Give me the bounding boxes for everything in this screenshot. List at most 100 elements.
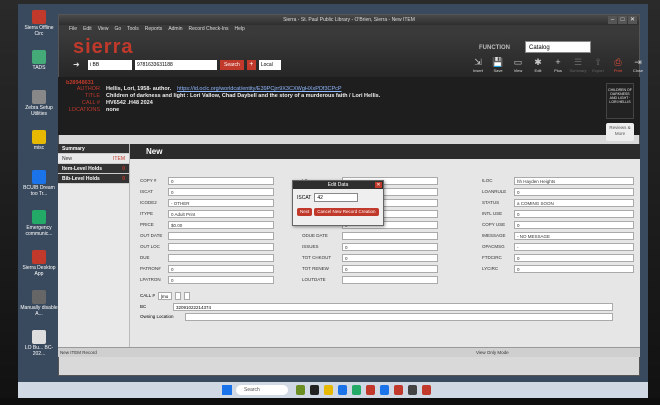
field-value[interactable] — [168, 243, 274, 251]
desktop-shortcut[interactable]: Sierra Offline Circ — [20, 10, 58, 37]
nav-item-level-holds[interactable]: Item-Level Holds 0 — [58, 164, 129, 174]
scope-select[interactable]: Local — [258, 60, 281, 70]
menu-reports[interactable]: Reports — [145, 25, 163, 34]
field-value[interactable] — [342, 232, 438, 240]
shortcut-label: BCUIB Dream too Tr... — [23, 185, 55, 197]
desktop-shortcut[interactable]: Sierra Desktop App — [20, 250, 58, 277]
field-value[interactable]: 0 — [342, 243, 438, 251]
field-value[interactable]: - NO MESSAGE — [514, 232, 634, 240]
field-row: ILOC hh Hayden Heights — [482, 177, 634, 185]
toolbar-view-button[interactable]: ▭ View — [509, 56, 527, 73]
field-value[interactable]: 0 — [168, 265, 274, 273]
nav-bib-level-holds[interactable]: Bib-Level Holds 0 — [58, 174, 129, 184]
nav-new[interactable]: New ITEM — [58, 154, 129, 164]
brief-row: LOCATIONS none — [66, 107, 632, 114]
toolbar-close-button[interactable]: ⇥ Close — [629, 56, 647, 73]
menu-admin[interactable]: Admin — [168, 25, 182, 34]
field-value[interactable] — [342, 276, 438, 284]
desktop-shortcut[interactable]: BCUIB Dream too Tr... — [20, 170, 58, 197]
maximize-button[interactable]: □ — [618, 16, 627, 24]
taskbar-app-icon[interactable] — [422, 385, 431, 395]
reviews-button[interactable]: Reviews & More — [606, 123, 634, 141]
field-value[interactable]: hh Hayden Heights — [514, 177, 634, 185]
menu-tools[interactable]: Tools — [127, 25, 139, 34]
edge-icon[interactable] — [338, 385, 347, 395]
author-link[interactable]: https://id.oclc.org/worldcat/entity/E39P… — [177, 86, 341, 93]
field-value[interactable]: $0.00 — [168, 221, 274, 229]
taskbar-app-icon[interactable] — [352, 385, 361, 395]
search-index-select[interactable]: i BB — [88, 60, 132, 70]
call-number-tag[interactable]: |mo — [157, 292, 172, 300]
taskbar-search[interactable]: Search — [236, 385, 288, 395]
field-value[interactable]: 0 — [168, 188, 274, 196]
function-select[interactable]: Catalog — [525, 41, 591, 53]
field-value[interactable]: 0 — [514, 254, 634, 262]
nav-summary[interactable]: Summary — [58, 144, 129, 154]
owning-location-field[interactable] — [185, 313, 613, 321]
menu-record-checkins[interactable]: Record Check-Ins — [189, 25, 229, 34]
toolbar-summary-button[interactable]: ☰ Summary — [569, 56, 587, 73]
field-value[interactable] — [168, 232, 274, 240]
toolbar-insert-button[interactable]: ⇲ Insert — [469, 56, 487, 73]
desktop-shortcut[interactable]: LO Bu... BC-202... — [20, 330, 58, 357]
desktop-shortcut[interactable]: TADS — [20, 50, 58, 71]
search-input[interactable]: 9781633631188 — [135, 60, 217, 70]
field-value[interactable]: 0 — [514, 210, 634, 218]
dialog-field-input[interactable]: 42 — [314, 193, 359, 202]
call-number-row: CALL # |mo — [140, 291, 630, 301]
call-number-ind[interactable] — [174, 292, 181, 300]
close-window-button[interactable]: ✕ — [628, 16, 637, 24]
desktop-shortcut[interactable]: Zebra Setup Utilities — [20, 90, 58, 117]
taskbar-app-icon[interactable] — [296, 385, 305, 395]
call-number-ind2[interactable] — [183, 292, 190, 300]
add-icon[interactable]: + — [246, 60, 256, 70]
brief-label: CALL # — [81, 100, 100, 106]
back-arrow-icon[interactable]: ➜ — [73, 60, 85, 70]
field-value[interactable]: 0 — [342, 254, 438, 262]
toolbar-save-button[interactable]: 💾 Save — [489, 56, 507, 73]
minimize-button[interactable]: – — [608, 16, 617, 24]
barcode-field[interactable]: 32091022214374 — [173, 303, 613, 311]
outlook-icon[interactable] — [380, 385, 389, 395]
field-value[interactable]: 0 — [514, 221, 634, 229]
menu-file[interactable]: File — [69, 25, 77, 34]
field-label: OUT LOC — [140, 244, 160, 249]
brief-value: Hellis, Lori, 1958- author. — [106, 86, 172, 92]
desktop-shortcut[interactable]: misc — [20, 130, 58, 151]
desktop-shortcut[interactable]: Manually disable A... — [20, 290, 58, 317]
toolbar-plus-button[interactable]: + Plus — [549, 56, 567, 73]
app-header: sierra FUNCTION Catalog ➜ i BB 978163363… — [59, 34, 643, 78]
taskbar-app-icon[interactable] — [408, 385, 417, 395]
menu-help[interactable]: Help — [235, 25, 245, 34]
search-button[interactable]: Search — [220, 60, 244, 70]
field-value[interactable]: - OTHER — [168, 199, 274, 207]
menu-edit[interactable]: Edit — [83, 25, 92, 34]
dialog-close-icon[interactable]: ✕ — [375, 182, 382, 188]
toolbar-print-button[interactable]: ⎙ Print — [609, 56, 627, 73]
field-value[interactable]: 0 — [168, 276, 274, 284]
menu-go[interactable]: Go — [114, 25, 121, 34]
cancel-record-creation-button[interactable]: Cancel New Record Creation — [314, 208, 379, 216]
field-value[interactable]: 0 — [514, 265, 634, 273]
book-cover-image[interactable]: CHILDREN OF DARKNESS AND LIGHT · LORI HE… — [606, 83, 634, 119]
field-value[interactable]: - — [514, 243, 634, 251]
toolbar-edit-button[interactable]: ✱ Edit — [529, 56, 547, 73]
toolbar-export-button[interactable]: ⇪ Export — [589, 56, 607, 73]
folder-icon[interactable] — [324, 385, 333, 395]
dialog-title: Edit Data — [327, 182, 349, 188]
chrome-icon[interactable] — [366, 385, 375, 395]
shortcut-label: Zebra Setup Utilities — [25, 105, 53, 117]
menu-view[interactable]: View — [98, 25, 109, 34]
field-value[interactable]: 0 Adult Print — [168, 210, 274, 218]
next-button[interactable]: Next — [297, 208, 313, 216]
nav-new-tag: ITEM — [113, 156, 125, 162]
field-value[interactable] — [168, 254, 274, 262]
sierra-taskbar-icon[interactable] — [394, 385, 403, 395]
field-value[interactable]: 0 — [514, 188, 634, 196]
field-value[interactable]: a COMING SOON — [514, 199, 634, 207]
field-value[interactable]: 0 — [168, 177, 274, 185]
taskbar-app-icon[interactable] — [310, 385, 319, 395]
desktop-shortcut[interactable]: Emergency communic... — [20, 210, 58, 237]
windows-start-icon[interactable] — [222, 385, 232, 395]
field-value[interactable]: 0 — [342, 265, 438, 273]
